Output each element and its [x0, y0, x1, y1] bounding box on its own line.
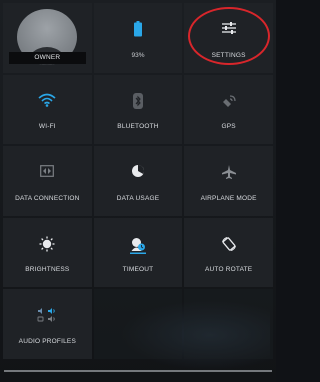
owner-name-bar: OWNER: [9, 51, 86, 64]
gps-tile[interactable]: GPS: [184, 74, 273, 145]
sliders-icon: [221, 21, 237, 40]
airplane-mode-label: AIRPLANE MODE: [200, 194, 257, 202]
timeout-tile[interactable]: TIMEOUT: [93, 217, 183, 288]
empty-slot: [93, 289, 183, 359]
brightness-label: BRIGHTNESS: [25, 266, 70, 274]
data-connection-label: DATA CONNECTION: [15, 194, 80, 202]
audio-profiles-label: AUDIO PROFILES: [18, 337, 76, 345]
owner-label: OWNER: [34, 54, 61, 62]
auto-rotate-icon: [221, 236, 237, 257]
bluetooth-tile[interactable]: BLUETOOTH: [93, 74, 183, 145]
audio-profiles-tile[interactable]: AUDIO PROFILES: [3, 289, 92, 359]
gps-icon: [221, 93, 237, 114]
data-connection-icon: [40, 164, 55, 182]
quick-settings-grid: OWNER 93% SETTINGS WI-FI BLUETOOTH GPS D…: [3, 3, 273, 359]
panel-drag-handle[interactable]: [4, 370, 272, 372]
empty-slot: [184, 289, 273, 359]
battery-icon: [133, 21, 142, 42]
data-usage-tile[interactable]: DATA USAGE: [93, 146, 183, 216]
quick-settings-panel: OWNER 93% SETTINGS WI-FI BLUETOOTH GPS D…: [0, 0, 276, 382]
battery-percentage: 93%: [131, 51, 145, 59]
wifi-label: WI-FI: [38, 123, 56, 131]
auto-rotate-tile[interactable]: AUTO ROTATE: [184, 217, 273, 288]
gps-label: GPS: [221, 123, 236, 131]
wifi-icon: [38, 93, 56, 112]
wifi-tile[interactable]: WI-FI: [3, 74, 92, 145]
airplane-mode-tile[interactable]: AIRPLANE MODE: [184, 146, 273, 216]
settings-tile[interactable]: SETTINGS: [184, 3, 273, 73]
owner-tile[interactable]: OWNER: [3, 3, 92, 73]
brightness-icon: [39, 236, 55, 257]
brightness-tile[interactable]: BRIGHTNESS: [3, 217, 92, 288]
data-usage-icon: [131, 164, 145, 183]
settings-label: SETTINGS: [211, 51, 246, 59]
timeout-label: TIMEOUT: [122, 266, 154, 274]
airplane-icon: [221, 164, 237, 185]
auto-rotate-label: AUTO ROTATE: [204, 266, 253, 274]
battery-tile[interactable]: 93%: [93, 3, 183, 73]
audio-profiles-icon: [37, 307, 57, 328]
bluetooth-icon: [132, 92, 143, 114]
data-connection-tile[interactable]: DATA CONNECTION: [3, 146, 92, 216]
data-usage-label: DATA USAGE: [116, 194, 160, 202]
timeout-icon: [129, 236, 146, 259]
bluetooth-label: BLUETOOTH: [117, 123, 159, 131]
